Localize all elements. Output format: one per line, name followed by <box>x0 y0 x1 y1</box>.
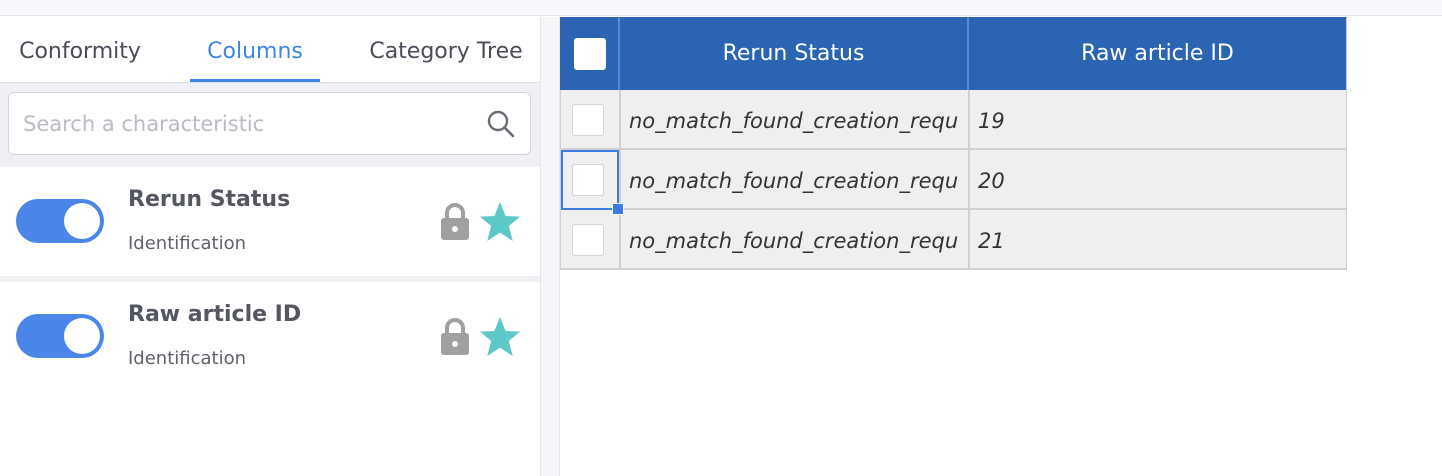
column-item: Rerun Status Identification <box>0 167 540 276</box>
panel-tabs: Conformity Columns Category Tree <box>0 17 540 83</box>
search-box <box>8 92 531 155</box>
active-tab-indicator <box>190 79 320 82</box>
search-icon[interactable] <box>486 109 516 139</box>
lock-icon <box>441 203 469 240</box>
tab-columns[interactable]: Columns <box>190 17 320 83</box>
rerun-status-cell[interactable]: no_match_found_creation_requ <box>621 210 970 270</box>
header-raw-article-id[interactable]: Raw article ID <box>969 17 1347 90</box>
raw-article-id-cell[interactable]: 20 <box>970 150 1348 210</box>
tab-conformity[interactable]: Conformity <box>0 17 160 83</box>
active-cell-outline <box>561 150 619 210</box>
star-icon[interactable] <box>478 201 522 243</box>
table-row[interactable]: no_match_found_creation_requ 21 <box>560 210 1347 270</box>
column-category: Identification <box>128 233 247 254</box>
fill-handle[interactable] <box>612 203 624 215</box>
column-visibility-toggle[interactable] <box>16 314 104 358</box>
panel-resize-handle[interactable] <box>540 17 560 476</box>
column-title: Rerun Status <box>128 187 291 212</box>
table-row[interactable]: no_match_found_creation_requ 19 <box>560 90 1347 150</box>
tab-category-tree[interactable]: Category Tree <box>358 17 534 83</box>
row-checkbox[interactable] <box>572 104 604 136</box>
star-icon[interactable] <box>478 316 522 358</box>
select-all-checkbox[interactable] <box>574 38 606 70</box>
rerun-status-cell[interactable]: no_match_found_creation_requ <box>621 150 970 210</box>
toggle-knob <box>64 318 100 354</box>
raw-article-id-cell[interactable]: 19 <box>970 90 1348 150</box>
table-row[interactable]: no_match_found_creation_requ 20 <box>560 150 1347 210</box>
select-all-header <box>560 17 620 90</box>
search-input[interactable] <box>23 103 463 145</box>
column-category: Identification <box>128 348 247 369</box>
row-select-cell <box>561 210 621 270</box>
raw-article-id-cell[interactable]: 21 <box>970 210 1348 270</box>
top-bar <box>0 0 1442 16</box>
columns-panel: Conformity Columns Category Tree Rerun S… <box>0 17 540 476</box>
row-checkbox[interactable] <box>572 224 604 256</box>
column-title: Raw article ID <box>128 302 302 327</box>
column-item: Raw article ID Identification <box>0 282 540 391</box>
lock-icon <box>441 318 469 355</box>
rerun-status-cell[interactable]: no_match_found_creation_requ <box>621 90 970 150</box>
toggle-knob <box>64 203 100 239</box>
column-visibility-toggle[interactable] <box>16 199 104 243</box>
search-area <box>0 83 540 167</box>
header-rerun-status[interactable]: Rerun Status <box>620 17 969 90</box>
row-select-cell <box>561 90 621 150</box>
grid-header: Rerun Status Raw article ID <box>560 17 1347 90</box>
